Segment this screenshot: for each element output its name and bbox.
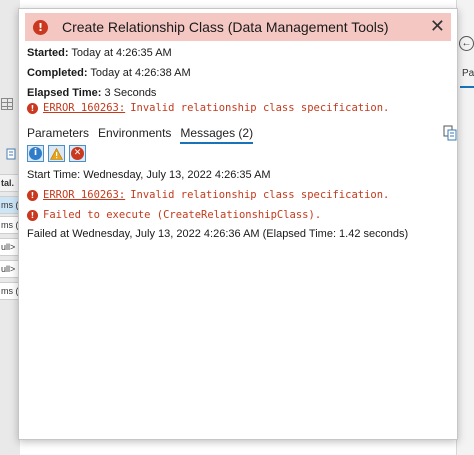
message-filter-bar: i ✕ [27, 145, 86, 162]
warning-filter-button[interactable] [48, 145, 65, 162]
completed-value: Today at 4:26:38 AM [90, 67, 191, 79]
error-filter-button[interactable]: ✕ [69, 145, 86, 162]
warning-icon [50, 147, 63, 160]
error-text: Invalid relationship class specification… [130, 189, 390, 201]
tab-parameters[interactable]: Parameters [27, 126, 89, 144]
elapsed-value: 3 Seconds [104, 87, 157, 99]
started-row: Started: Today at 4:26:35 AM [27, 47, 172, 59]
completed-label: Completed: [27, 67, 88, 79]
error-code-link[interactable]: ERROR 160263: [43, 189, 125, 201]
info-icon: i [29, 147, 42, 160]
summary-error: ! ERROR 160263: Invalid relationship cla… [27, 102, 389, 114]
background-cell: tal. [0, 174, 18, 192]
completed-row: Completed: Today at 4:26:38 AM [27, 67, 191, 79]
message-error: ! Failed to execute (CreateRelationshipC… [27, 209, 321, 221]
error-icon: ! [27, 102, 38, 114]
tab-messages[interactable]: Messages (2) [180, 126, 254, 144]
tab-bar: Parameters Environments Messages (2) [27, 126, 262, 144]
elapsed-label: Elapsed Time: [27, 87, 102, 99]
background-cell: ms ( [0, 216, 18, 234]
message-start-time: Start Time: Wednesday, July 13, 2022 4:2… [27, 169, 271, 181]
error-icon: ! [27, 189, 38, 201]
error-text: Failed to execute (CreateRelationshipCla… [43, 209, 322, 221]
tool-result-popup: ! Create Relationship Class (Data Manage… [18, 8, 458, 440]
document-icon [6, 148, 16, 160]
background-tab-underline [460, 86, 474, 88]
close-button[interactable]: ✕ [430, 17, 445, 37]
popup-title: Create Relationship Class (Data Manageme… [62, 19, 389, 35]
back-arrow-icon[interactable]: ← [459, 36, 474, 51]
message-error: ! ERROR 160263: Invalid relationship cla… [27, 189, 389, 201]
background-cell: ms ( [0, 196, 18, 214]
error-text: Invalid relationship class specification… [130, 102, 390, 114]
background-tab-label[interactable]: Pa [462, 68, 474, 79]
popup-header: ! Create Relationship Class (Data Manage… [25, 13, 451, 41]
message-failed-time: Failed at Wednesday, July 13, 2022 4:26:… [27, 228, 409, 240]
info-filter-button[interactable]: i [27, 145, 44, 162]
error-x-icon: ✕ [71, 147, 84, 160]
background-cell: ull> [0, 238, 18, 256]
error-icon: ! [27, 209, 38, 221]
copy-icon[interactable] [443, 125, 457, 141]
started-label: Started: [27, 47, 69, 59]
table-icon [1, 98, 13, 110]
background-cell: ms ( [0, 282, 18, 300]
error-code-link[interactable]: ERROR 160263: [43, 102, 125, 114]
started-value: Today at 4:26:35 AM [71, 47, 172, 59]
tab-environments[interactable]: Environments [98, 126, 171, 144]
elapsed-row: Elapsed Time: 3 Seconds [27, 87, 156, 99]
error-icon: ! [33, 19, 48, 35]
background-cell: ull> [0, 260, 18, 278]
